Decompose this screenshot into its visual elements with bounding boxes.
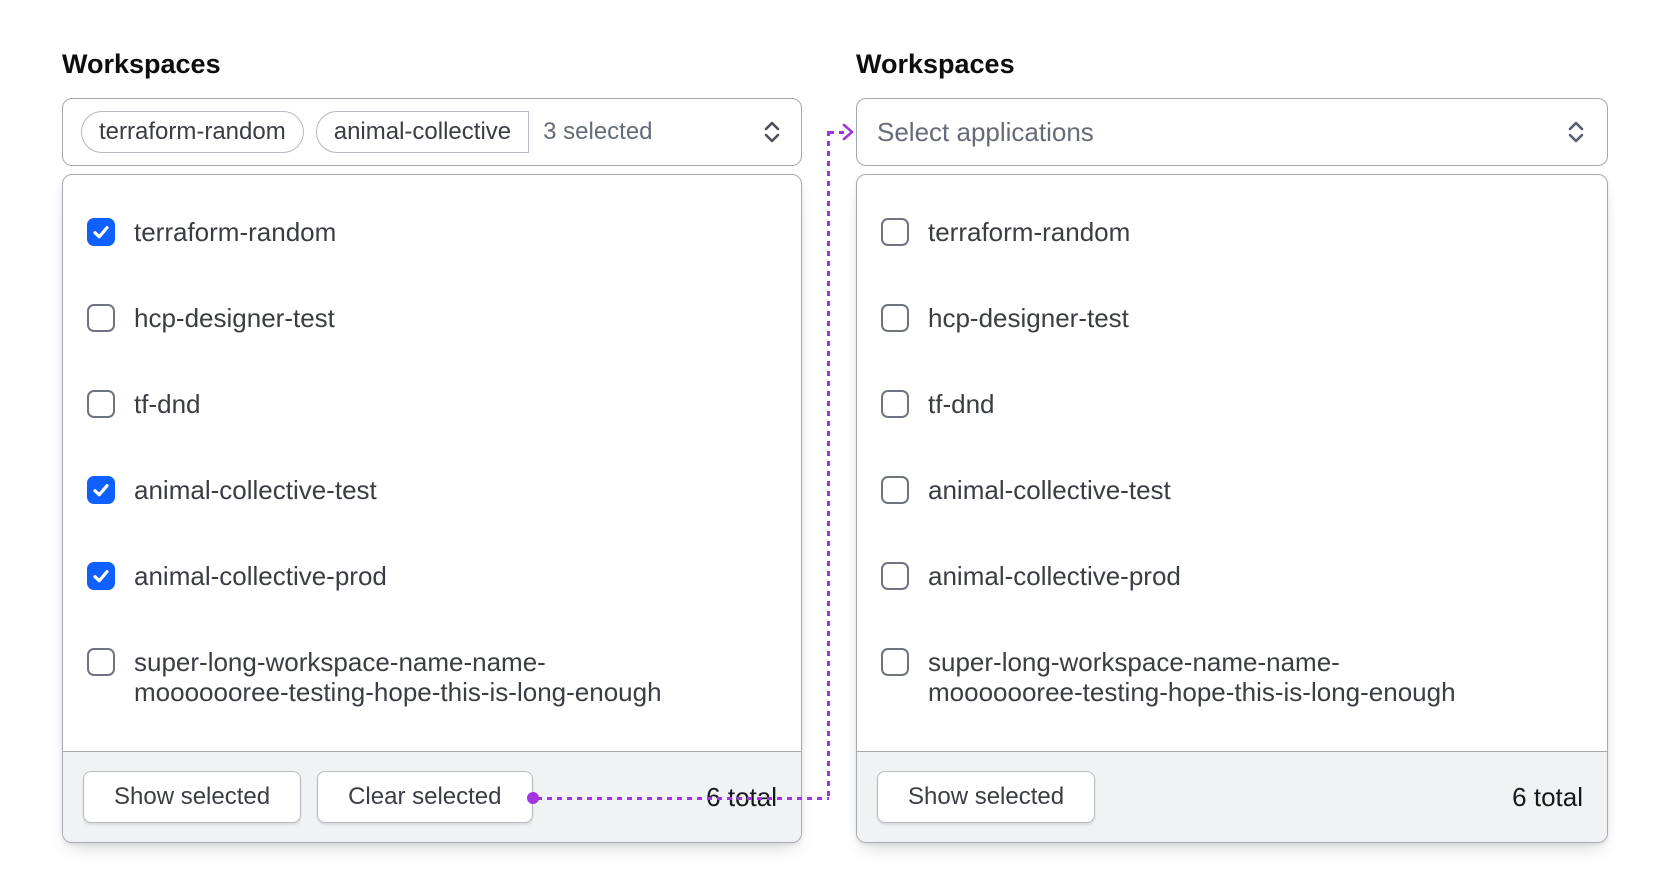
options-list: terraform-random hcp-designer-test tf-dn… [857,175,1607,751]
show-selected-button[interactable]: Show selected [83,771,302,823]
show-selected-button[interactable]: Show selected [877,771,1096,823]
listbox-footer: Show selected Clear selected 6 total [63,751,801,842]
checkbox[interactable] [881,476,909,504]
selected-tag-clipped: animal-collective [315,111,530,153]
option-row[interactable]: tf-dnd [857,361,1607,447]
option-row[interactable]: terraform-random [857,189,1607,275]
option-row[interactable]: animal-collective-test [63,447,801,533]
option-label: super-long-workspace-name-name- moooooor… [928,647,1456,707]
checkbox[interactable] [87,390,115,418]
option-label: tf-dnd [134,389,201,419]
option-label: hcp-designer-test [134,303,335,333]
option-row[interactable]: animal-collective-test [857,447,1607,533]
total-count-text: 6 total [1512,781,1583,812]
checkbox[interactable] [881,304,909,332]
checkbox[interactable] [881,390,909,418]
option-label: terraform-random [928,217,1131,247]
unfold-chevrons-icon [761,117,783,147]
checkbox[interactable] [87,476,115,504]
options-list: terraform-random hcp-designer-test tf-dn… [63,175,801,751]
checkmark-icon [93,570,109,583]
selected-count-text: 3 selected [543,118,653,145]
option-row[interactable]: super-long-workspace-name-name- moooooor… [63,619,801,735]
option-label-line: super-long-workspace-name-name- [134,647,546,677]
multiselect-right: Workspaces Select applications terraform… [856,48,1608,843]
option-row[interactable]: animal-collective-prod [63,533,801,619]
option-label: animal-collective-prod [928,561,1181,591]
listbox-footer: Show selected 6 total [857,751,1607,842]
field-label: Workspaces [62,49,221,79]
options-listbox: terraform-random hcp-designer-test tf-dn… [62,174,802,843]
checkmark-icon [93,484,109,497]
options-listbox: terraform-random hcp-designer-test tf-dn… [856,174,1608,843]
option-row[interactable]: super-long-workspace-name-name- moooooor… [857,619,1607,735]
trigger-placeholder: Select applications [877,116,1094,147]
checkbox[interactable] [87,562,115,590]
field-label: Workspaces [856,49,1015,79]
option-row[interactable]: hcp-designer-test [63,275,801,361]
multiselect-trigger[interactable]: terraform-random animal-collective 3 sel… [62,98,802,166]
checkbox[interactable] [881,218,909,246]
option-label-line: super-long-workspace-name-name- [928,647,1340,677]
arrow-right-chevron-icon [840,121,856,148]
multiselect-trigger[interactable]: Select applications [856,98,1608,166]
option-label: animal-collective-prod [134,561,387,591]
checkbox[interactable] [87,218,115,246]
total-count-text: 6 total [706,781,777,812]
page: Workspaces terraform-random animal-colle… [0,0,1672,892]
option-label: super-long-workspace-name-name- moooooor… [134,647,662,707]
option-label: animal-collective-test [928,475,1171,505]
checkbox[interactable] [87,648,115,676]
checkbox[interactable] [881,562,909,590]
option-label-line: mooooooree-testing-hope-this-is-long-eno… [134,677,662,707]
unfold-chevrons-icon [1565,117,1587,147]
selected-tag: terraform-random [81,111,304,153]
option-label: animal-collective-test [134,475,377,505]
connector-dashed-line-horizontal-top [829,131,845,134]
clear-selected-button[interactable]: Clear selected [317,771,533,823]
option-label: terraform-random [134,217,337,247]
option-label: hcp-designer-test [928,303,1129,333]
checkmark-icon [93,226,109,239]
option-label-line: mooooooree-testing-hope-this-is-long-eno… [928,677,1456,707]
option-row[interactable]: terraform-random [63,189,801,275]
connector-dashed-line-vertical [827,131,830,799]
checkbox[interactable] [881,648,909,676]
option-row[interactable]: hcp-designer-test [857,275,1607,361]
option-row[interactable]: tf-dnd [63,361,801,447]
multiselect-left: Workspaces terraform-random animal-colle… [62,48,802,843]
option-label: tf-dnd [928,389,995,419]
option-row[interactable]: animal-collective-prod [857,533,1607,619]
checkbox[interactable] [87,304,115,332]
